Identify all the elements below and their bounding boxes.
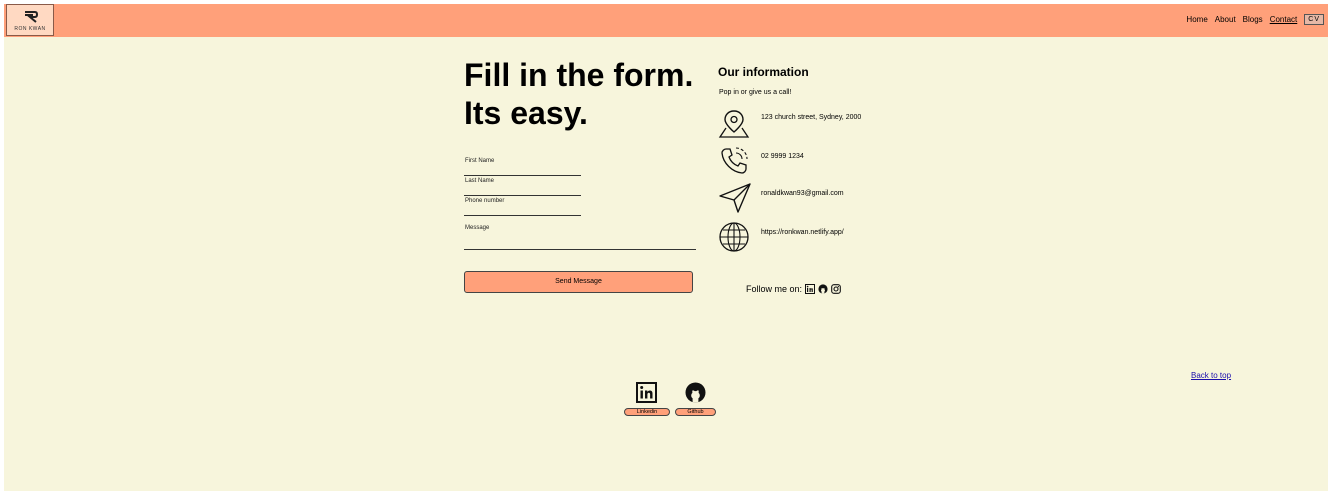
- follow-row: Follow me on:: [746, 284, 841, 294]
- nav-about[interactable]: About: [1215, 15, 1236, 24]
- linkedin-button[interactable]: Linkedin: [624, 408, 670, 416]
- phone-icon: [718, 145, 750, 182]
- location-pin-icon: [718, 108, 750, 143]
- instagram-small-icon[interactable]: [831, 284, 841, 294]
- info-subtitle: Pop in or give us a call!: [719, 89, 792, 96]
- github-icon[interactable]: [685, 382, 706, 408]
- back-to-top-link[interactable]: Back to top: [1191, 371, 1231, 380]
- github-button[interactable]: Github: [675, 408, 716, 416]
- logo-mark-icon: [25, 11, 38, 23]
- phone-text: 02 9999 1234: [761, 153, 804, 160]
- page-frame: RON KWAN Home About Blogs Contact CV Fil…: [4, 4, 1328, 491]
- last-name-field[interactable]: Last Name: [465, 178, 494, 184]
- logo-text: RON KWAN: [14, 26, 46, 32]
- message-field[interactable]: Message: [465, 225, 489, 231]
- nav-contact[interactable]: Contact: [1270, 15, 1298, 24]
- email-text: ronaldkwan93@gmail.com: [761, 190, 844, 197]
- nav-blogs[interactable]: Blogs: [1243, 15, 1263, 24]
- last-name-underline: [464, 195, 581, 196]
- headline-line-2: Its easy.: [464, 95, 588, 131]
- cv-button[interactable]: CV: [1304, 14, 1324, 25]
- info-title: Our information: [718, 65, 809, 79]
- phone-underline: [464, 215, 581, 216]
- phone-field[interactable]: Phone number: [465, 198, 504, 204]
- github-small-icon[interactable]: [818, 284, 828, 294]
- website-text: https://ronkwan.netlify.app/: [761, 229, 844, 236]
- navbar: RON KWAN Home About Blogs Contact CV: [4, 4, 1328, 37]
- headline-line-1: Fill in the form.: [464, 57, 694, 93]
- globe-icon: [718, 221, 750, 258]
- paper-plane-icon: [718, 182, 752, 219]
- follow-label: Follow me on:: [746, 284, 803, 294]
- message-underline: [464, 249, 696, 250]
- send-message-button[interactable]: Send Message: [464, 271, 693, 293]
- first-name-field[interactable]: First Name: [465, 158, 494, 164]
- nav-home[interactable]: Home: [1186, 15, 1207, 24]
- nav-links: Home About Blogs Contact CV: [1179, 14, 1324, 25]
- logo[interactable]: RON KWAN: [6, 4, 54, 36]
- linkedin-icon[interactable]: [636, 382, 657, 408]
- linkedin-small-icon[interactable]: [805, 284, 816, 294]
- first-name-underline: [464, 175, 581, 176]
- form-headline: Fill in the form. Its easy.: [464, 56, 693, 132]
- address-text: 123 church street, Sydney, 2000: [761, 114, 862, 121]
